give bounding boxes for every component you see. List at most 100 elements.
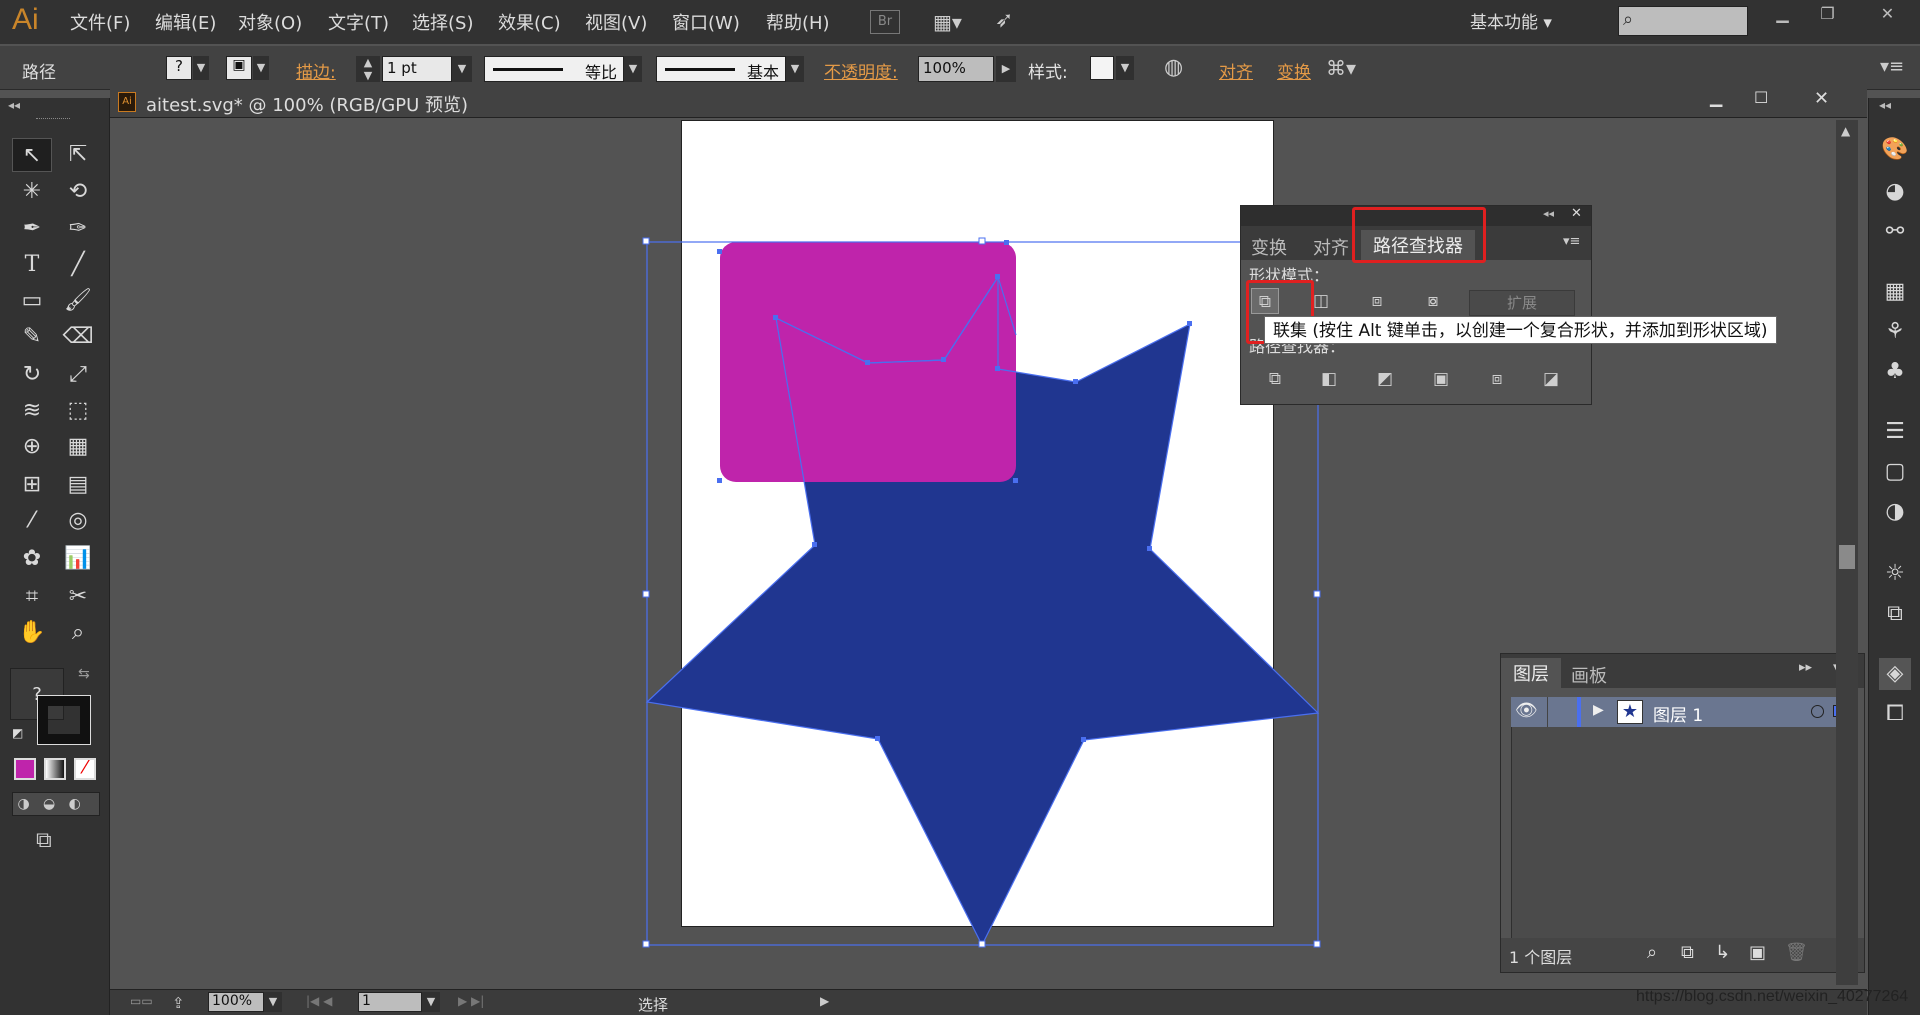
share-icon[interactable]: ⇪	[172, 994, 185, 1012]
menu-select[interactable]: 选择(S)	[412, 9, 473, 35]
line-tool-icon[interactable]: ╱	[58, 248, 98, 282]
gradient-panel-icon[interactable]: ▢	[1879, 456, 1911, 488]
menu-edit[interactable]: 编辑(E)	[155, 9, 216, 35]
scale-tool-icon[interactable]: ⤢	[58, 358, 98, 392]
default-colors-icon[interactable]: ◩	[12, 726, 23, 740]
expand-button[interactable]: 扩展	[1469, 290, 1575, 316]
menu-type[interactable]: 文字(T)	[328, 9, 389, 35]
menu-view[interactable]: 视图(V)	[585, 9, 647, 35]
expand-dock-icon[interactable]: ◂◂	[1879, 98, 1891, 112]
bridge-button[interactable]: Br	[870, 10, 900, 34]
menu-file[interactable]: 文件(F)	[70, 9, 130, 35]
target-circle-icon[interactable]	[1811, 705, 1824, 718]
status-menu-arrow[interactable]: ▶	[820, 994, 829, 1008]
menu-object[interactable]: 对象(O)	[238, 9, 302, 35]
doc-minimize-button[interactable]: ▁	[1710, 88, 1722, 107]
eraser-icon[interactable]: ⌫	[58, 320, 98, 354]
color-mode-button[interactable]	[14, 758, 36, 780]
artboard-dropdown[interactable]: ▼	[422, 992, 440, 1012]
brushes-icon[interactable]: ⚘	[1879, 316, 1911, 348]
crop-button[interactable]: ▣	[1427, 366, 1455, 392]
hand-tool-icon[interactable]: ✋	[12, 616, 52, 650]
draw-modes[interactable]: ◑ ◒ ◐	[12, 792, 100, 816]
exclude-button[interactable]: ⧇	[1419, 288, 1447, 314]
artboard-number-input[interactable]: 1	[358, 992, 422, 1012]
appearance-icon[interactable]: ☼	[1879, 558, 1911, 590]
menu-effect[interactable]: 效果(C)	[498, 9, 561, 35]
close-button[interactable]: ✕	[1860, 0, 1915, 30]
zoom-dropdown[interactable]: ▼	[264, 992, 282, 1012]
new-layer-icon[interactable]: ▣	[1749, 942, 1766, 963]
layer-row[interactable]: 👁 ▶ ★ 图层 1	[1511, 697, 1854, 727]
outline-button[interactable]: ⧈	[1483, 366, 1511, 392]
mesh-tool-icon[interactable]: ⊞	[12, 468, 52, 502]
free-transform-icon[interactable]: ⬚	[58, 394, 98, 428]
tab-artboards[interactable]: 画板	[1571, 662, 1607, 688]
slice-tool-icon[interactable]: ✂	[58, 580, 98, 614]
artboard-tool-icon[interactable]: ⌗	[12, 580, 52, 614]
type-tool-icon[interactable]: T	[12, 248, 52, 282]
stroke-swatch[interactable]: ▣	[226, 56, 252, 80]
scroll-up-icon[interactable]: ▲	[1841, 124, 1850, 138]
layer-name[interactable]: 图层 1	[1653, 701, 1703, 726]
none-mode-button[interactable]: ⁄	[74, 758, 96, 780]
stroke-label[interactable]: 描边:	[296, 58, 336, 83]
menu-window[interactable]: 窗口(W)	[672, 9, 740, 35]
delete-layer-icon[interactable]: 🗑	[1785, 942, 1808, 963]
minimize-button[interactable]: ▁	[1760, 0, 1805, 30]
profile-dropdown[interactable]: ▼	[624, 56, 642, 82]
stroke-weight-input[interactable]: 1 pt	[382, 56, 452, 82]
lasso-icon[interactable]: ⟲	[58, 175, 98, 209]
variable-width-profile[interactable]: 等比	[484, 56, 624, 82]
opacity-input[interactable]: 100%	[918, 56, 994, 82]
curvature-tool-icon[interactable]: ✑	[58, 212, 98, 246]
graph-tool-icon[interactable]: 📊	[58, 542, 98, 576]
isolate-group-icon[interactable]: ⌘▾	[1326, 56, 1356, 80]
color-themes-icon[interactable]: ⚯	[1879, 216, 1911, 248]
minus-back-button[interactable]: ◪	[1537, 366, 1565, 392]
opacity-label[interactable]: 不透明度:	[824, 58, 898, 83]
fill-dropdown[interactable]: ▼	[193, 56, 209, 80]
perspective-grid-icon[interactable]: ▦	[58, 430, 98, 464]
visibility-eye-icon[interactable]: 👁	[1515, 700, 1538, 721]
transparency-icon[interactable]: ◑	[1879, 496, 1911, 528]
gradient-mode-button[interactable]	[44, 758, 66, 780]
symbol-sprayer-icon[interactable]: ✿	[12, 542, 52, 576]
rocket-icon[interactable]: ➶	[995, 8, 1013, 33]
fill-swatch[interactable]: ?	[166, 56, 192, 80]
warp-tool-icon[interactable]: ≋	[12, 394, 52, 428]
color-palette-icon[interactable]: 🎨	[1879, 134, 1911, 166]
document-tab[interactable]: Ai aitest.svg* @ 100% (RGB/GPU 预览) ▁ ☐ ✕	[110, 86, 1867, 118]
first-artboard-icon[interactable]: |◀ ◀	[306, 994, 332, 1008]
make-clipping-mask-icon[interactable]: ⧉	[1681, 942, 1694, 963]
restore-button[interactable]: ❐	[1805, 0, 1850, 30]
arrange-documents-icon[interactable]: ▦▾	[933, 10, 973, 34]
expand-triangle-icon[interactable]: ▶	[1593, 702, 1604, 718]
layers-panel-icon[interactable]: ◈	[1879, 658, 1911, 690]
swatches-icon[interactable]: ▦	[1879, 276, 1911, 308]
paintbrush-icon[interactable]: 🖌	[58, 284, 98, 318]
tab-align[interactable]: 对齐	[1313, 234, 1349, 260]
close-panel-icon[interactable]: ✕	[1571, 206, 1582, 221]
recolor-artwork-icon[interactable]: ◍	[1164, 55, 1183, 80]
locate-object-icon[interactable]: ⌕	[1647, 942, 1657, 963]
menu-help[interactable]: 帮助(H)	[766, 9, 830, 35]
stroke-weight-dropdown[interactable]: ▼	[452, 56, 472, 82]
stroke-color-box[interactable]	[37, 695, 91, 745]
tab-transform[interactable]: 变换	[1251, 234, 1287, 260]
pen-tool-icon[interactable]: ✒	[12, 212, 52, 246]
search-input[interactable]: ⌕	[1618, 6, 1748, 36]
tab-layers[interactable]: 图层	[1501, 658, 1561, 688]
vertical-scrollbar[interactable]: ▲	[1836, 120, 1858, 985]
symbols-icon[interactable]: ♣	[1879, 356, 1911, 388]
color-guide-icon[interactable]: ◕	[1879, 176, 1911, 208]
next-artboard-icon[interactable]: ▶ ▶|	[458, 994, 484, 1008]
artboard[interactable]	[681, 120, 1274, 927]
panel-menu-icon[interactable]: ▾≡	[1563, 234, 1580, 249]
brush-definition[interactable]: 基本	[656, 56, 786, 82]
zoom-level-input[interactable]: 100%	[208, 992, 264, 1012]
new-sublayer-icon[interactable]: ↳	[1715, 942, 1730, 963]
gradient-tool-icon[interactable]: ▤	[58, 468, 98, 502]
stroke-panel-icon[interactable]: ☰	[1879, 416, 1911, 448]
graphic-style-swatch[interactable]	[1090, 56, 1114, 80]
